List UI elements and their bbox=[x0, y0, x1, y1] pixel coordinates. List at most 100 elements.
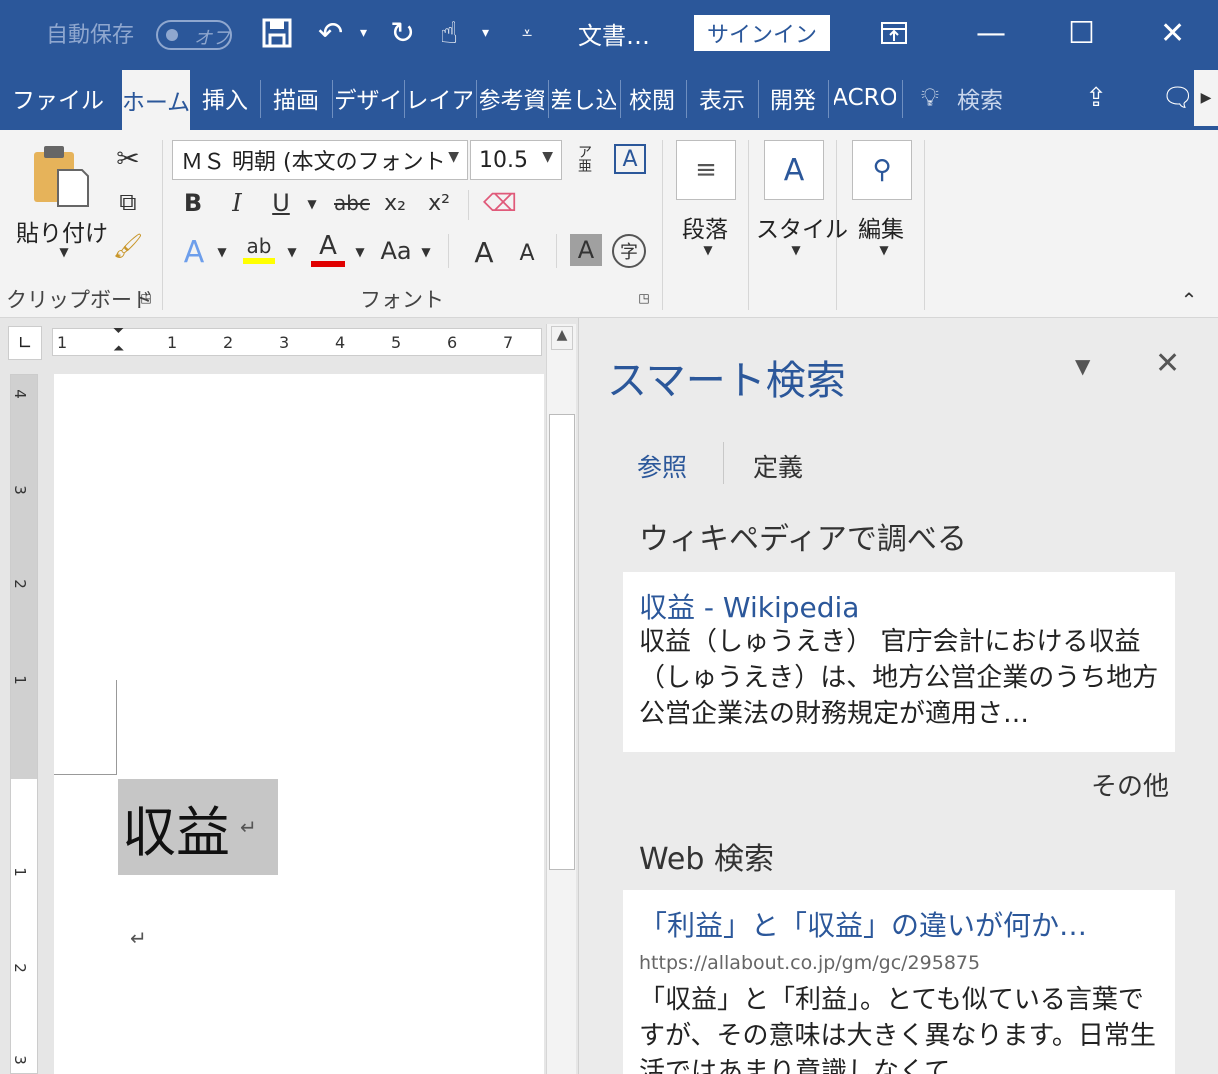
pane-options-icon[interactable]: ▼ bbox=[1075, 354, 1090, 378]
font-launcher-icon[interactable]: ◳ bbox=[636, 290, 652, 306]
phonetic-guide-icon[interactable]: ア亜 bbox=[572, 142, 598, 178]
undo-icon[interactable]: ↶ bbox=[318, 0, 343, 66]
ribbon-display-icon[interactable] bbox=[880, 0, 908, 66]
text-effects-dropdown-icon[interactable]: ▼ bbox=[214, 240, 230, 264]
horizontal-ruler[interactable]: 1 ⏷ ⏶ 1 2 3 4 5 6 7 bbox=[52, 323, 542, 357]
tab-references[interactable]: 参考資 bbox=[480, 66, 544, 130]
clear-formatting-icon[interactable]: ⌫ bbox=[483, 188, 517, 218]
ribbon-tabs: ファイル ホーム 挿入 描画 デザイ レイア 参考資 差し込 校閲 表示 開発 … bbox=[0, 66, 1218, 130]
more-link[interactable]: その他 bbox=[1091, 766, 1169, 803]
enclose-characters-button[interactable]: 字 bbox=[612, 234, 646, 268]
ruler-tick: 7 bbox=[503, 333, 514, 352]
tab-divider bbox=[828, 80, 829, 118]
subscript-button[interactable]: x₂ bbox=[380, 188, 410, 218]
italic-button[interactable]: I bbox=[224, 188, 250, 218]
paste-dropdown-icon[interactable]: ▼ bbox=[54, 242, 74, 262]
group-divider bbox=[748, 140, 749, 310]
strikethrough-button[interactable]: abc bbox=[332, 188, 372, 218]
scrollbar-thumb[interactable] bbox=[549, 414, 575, 870]
paste-icon[interactable] bbox=[30, 144, 90, 210]
tab-define[interactable]: 定義 bbox=[753, 448, 803, 484]
format-painter-icon[interactable]: 🖌︎ bbox=[112, 230, 144, 262]
group-divider bbox=[836, 140, 837, 310]
selected-text[interactable]: 収益 ↵ bbox=[118, 779, 278, 875]
minimize-icon[interactable]: — bbox=[976, 0, 1006, 66]
comments-icon[interactable]: 🗨︎ bbox=[1158, 66, 1198, 130]
tab-home[interactable]: ホーム bbox=[122, 70, 190, 130]
clipboard-launcher-icon[interactable]: ◳ bbox=[138, 290, 154, 306]
redo-icon[interactable]: ↻ bbox=[390, 0, 415, 66]
superscript-button[interactable]: x² bbox=[424, 188, 454, 218]
shrink-font-button[interactable]: A bbox=[512, 238, 542, 268]
scroll-up-icon[interactable]: ▲ bbox=[551, 326, 573, 350]
tab-mailings[interactable]: 差し込 bbox=[552, 66, 616, 130]
wiki-result-snippet: 収益（しゅうえき） 官庁会計における収益（しゅうえき）は、地方公営企業のうち地方… bbox=[639, 627, 1159, 729]
text-effects-icon[interactable]: A bbox=[178, 234, 210, 270]
tab-file[interactable]: ファイル bbox=[10, 66, 106, 130]
vertical-ruler[interactable]: 4 3 2 1 1 2 3 bbox=[10, 374, 38, 1074]
customize-qat-icon[interactable]: ⩡ bbox=[522, 0, 532, 66]
character-shading-button[interactable]: A bbox=[570, 234, 602, 266]
touch-dropdown-icon[interactable]: ▾ bbox=[482, 0, 489, 66]
wiki-result-card[interactable]: 収益 - Wikipedia 収益（しゅうえき） 官庁会計における収益（しゅうえ… bbox=[623, 572, 1175, 752]
tab-explore[interactable]: 参照 bbox=[637, 448, 687, 484]
web-result-card[interactable]: 「利益」と「収益」の違いが何か… https://allabout.co.jp/… bbox=[623, 890, 1175, 1074]
first-line-indent-icon[interactable]: ⏷ bbox=[113, 323, 124, 339]
font-color-icon[interactable]: A bbox=[310, 230, 346, 268]
undo-dropdown-icon[interactable]: ▾ bbox=[360, 0, 367, 66]
tab-design[interactable]: デザイ bbox=[336, 66, 400, 130]
change-case-dropdown-icon[interactable]: ▼ bbox=[418, 240, 434, 264]
share-icon[interactable]: ⇪ bbox=[1076, 66, 1116, 130]
paragraph-dropdown-icon[interactable]: ▼ bbox=[700, 242, 716, 258]
tab-acrobat[interactable]: ACRO bbox=[834, 66, 896, 130]
highlight-icon[interactable]: ab bbox=[242, 230, 276, 268]
font-color-glyph-icon: A bbox=[319, 231, 337, 261]
font-color-dropdown-icon[interactable]: ▼ bbox=[352, 240, 368, 264]
font-name-combo[interactable]: ＭＳ 明朝 (本文のフォント ▼ bbox=[172, 140, 468, 180]
signin-button[interactable]: サインイン bbox=[694, 15, 830, 51]
copy-icon[interactable]: ⧉ bbox=[112, 186, 144, 218]
ruler-tick: 4 bbox=[335, 333, 346, 352]
save-icon[interactable] bbox=[262, 0, 292, 66]
font-group-label: フォント bbox=[360, 288, 444, 312]
change-case-button[interactable]: Aa bbox=[376, 234, 416, 268]
margin-corner-mark bbox=[54, 774, 117, 775]
highlight-dropdown-icon[interactable]: ▼ bbox=[284, 240, 300, 264]
tabs-scroll-right-icon[interactable]: ▶ bbox=[1194, 70, 1218, 126]
tab-review[interactable]: 校閲 bbox=[624, 66, 680, 130]
collapse-ribbon-icon[interactable]: ⌃ bbox=[1176, 288, 1202, 312]
cut-icon[interactable]: ✂ bbox=[112, 142, 144, 175]
bold-button[interactable]: B bbox=[180, 188, 206, 218]
paragraph-icon: ≡ bbox=[695, 155, 717, 185]
font-size-combo[interactable]: 10.5 ▼ bbox=[470, 140, 562, 180]
grow-font-button[interactable]: A bbox=[466, 234, 502, 270]
underline-dropdown-icon[interactable]: ▼ bbox=[304, 192, 320, 216]
vertical-scrollbar[interactable]: ▲ bbox=[546, 324, 576, 1074]
web-result-title[interactable]: 「利益」と「収益」の違いが何か… bbox=[639, 904, 1159, 944]
ruler-tick: 1 bbox=[167, 333, 178, 352]
wiki-result-title[interactable]: 収益 - Wikipedia bbox=[639, 586, 1159, 626]
close-icon[interactable]: ✕ bbox=[1155, 346, 1180, 381]
styles-dropdown-icon[interactable]: ▼ bbox=[788, 242, 804, 258]
document-page[interactable]: 収益 ↵ ↵ bbox=[54, 374, 544, 1074]
close-icon[interactable]: ✕ bbox=[1160, 0, 1185, 66]
autosave-toggle[interactable]: オフ bbox=[156, 20, 232, 50]
character-border-icon[interactable]: A bbox=[614, 144, 646, 174]
tab-developer[interactable]: 開発 bbox=[764, 66, 822, 130]
touch-mode-icon[interactable]: ☝ bbox=[440, 0, 458, 66]
editing-dropdown-icon[interactable]: ▼ bbox=[876, 242, 892, 258]
paragraph-button[interactable]: ≡ bbox=[676, 140, 736, 200]
tell-me-search[interactable]: 検索 bbox=[950, 66, 1010, 130]
styles-button[interactable]: A bbox=[764, 140, 824, 200]
underline-button[interactable]: U bbox=[268, 188, 294, 218]
tab-draw[interactable]: 描画 bbox=[264, 66, 328, 130]
hanging-indent-icon[interactable]: ⏶ bbox=[113, 341, 124, 357]
tab-layout[interactable]: レイア bbox=[408, 66, 472, 130]
editing-button[interactable]: ⚲ bbox=[852, 140, 912, 200]
maximize-icon[interactable]: ☐ bbox=[1068, 0, 1095, 66]
tab-view[interactable]: 表示 bbox=[692, 66, 752, 130]
tab-selector-icon[interactable]: ∟ bbox=[8, 326, 42, 360]
tab-insert[interactable]: 挿入 bbox=[194, 66, 256, 130]
tab-divider bbox=[902, 80, 903, 118]
chevron-down-icon: ▼ bbox=[542, 149, 553, 165]
